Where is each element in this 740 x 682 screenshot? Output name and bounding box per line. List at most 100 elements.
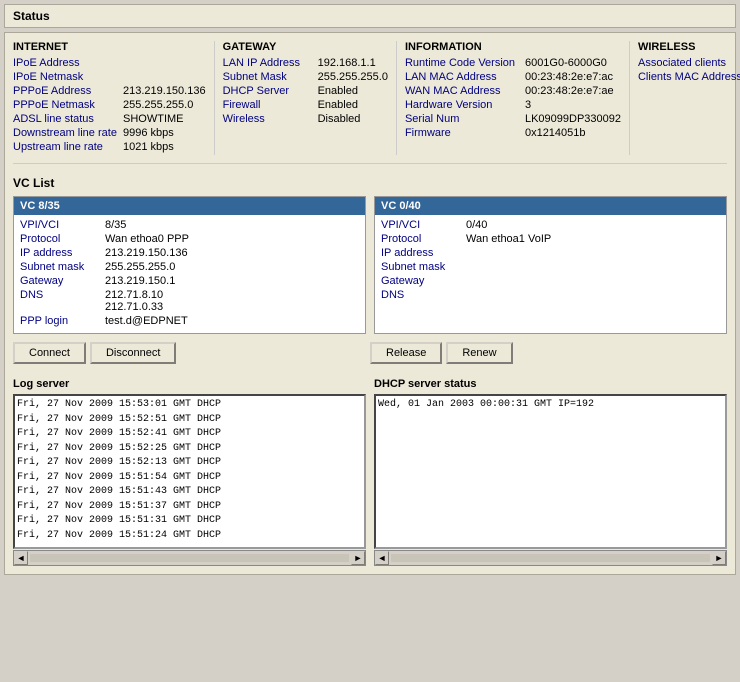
vc2-buttons: Release Renew xyxy=(370,342,727,364)
dhcp-scrollable[interactable]: Wed, 01 Jan 2003 00:00:31 GMT IP=192 xyxy=(374,394,727,549)
lan-mac-value: 00:23:48:2e:e7:ac xyxy=(525,71,613,83)
information-section: INFORMATION Runtime Code Version 6001G0-… xyxy=(397,41,630,155)
main-content: INTERNET IPoE Address IPoE Netmask PPPoE… xyxy=(4,32,736,575)
clients-mac-row: Clients MAC Address No station connected xyxy=(638,71,740,95)
vc2-gateway-row: Gateway xyxy=(381,275,720,287)
ipoe-netmask-label: IPoE Netmask xyxy=(13,71,123,83)
vc2-subnet-label: Subnet mask xyxy=(381,261,466,273)
vc2-header: VC 0/40 xyxy=(375,197,726,215)
release-button[interactable]: Release xyxy=(370,342,442,364)
serial-value: LK09099DP330092 xyxy=(525,113,621,125)
vc1-subnet-row: Subnet mask 255.255.255.0 xyxy=(20,261,359,273)
vc2-dns-row: DNS xyxy=(381,289,720,301)
lan-ip-row: LAN IP Address 192.168.1.1 xyxy=(223,57,388,69)
vc1-dns-label: DNS xyxy=(20,289,105,313)
internet-section: INTERNET IPoE Address IPoE Netmask PPPoE… xyxy=(13,41,215,155)
log-hscroll: ◄ ► xyxy=(13,550,366,566)
subnet-mask-label: Subnet Mask xyxy=(223,71,318,83)
runtime-value: 6001G0-6000G0 xyxy=(525,57,607,69)
log-scroll-right[interactable]: ► xyxy=(351,551,365,565)
wan-mac-value: 00:23:48:2e:e7:ae xyxy=(525,85,614,97)
subnet-mask-value: 255.255.255.0 xyxy=(318,71,388,83)
dhcp-scroll-right[interactable]: ► xyxy=(712,551,726,565)
dhcp-server-value: Enabled xyxy=(318,85,358,97)
clients-mac-label: Clients MAC Address xyxy=(638,71,740,95)
vc2-protocol-value: Wan ethoa1 VoIP xyxy=(466,233,551,245)
dhcp-scroll-track xyxy=(391,554,710,562)
vc1-buttons: Connect Disconnect xyxy=(13,342,370,364)
dhcp-server-section: DHCP server status Wed, 01 Jan 2003 00:0… xyxy=(374,378,727,566)
vc2-protocol-row: Protocol Wan ethoa1 VoIP xyxy=(381,233,720,245)
vc2-ip-label: IP address xyxy=(381,247,466,259)
subnet-mask-row: Subnet Mask 255.255.255.0 xyxy=(223,71,388,83)
downstream-row: Downstream line rate 9996 kbps xyxy=(13,127,206,139)
downstream-label: Downstream line rate xyxy=(13,127,123,139)
vc2-vpivci-label: VPI/VCI xyxy=(381,219,466,231)
vc1-ppp-label: PPP login xyxy=(20,315,105,327)
adsl-status-value: SHOWTIME xyxy=(123,113,184,125)
vc2-ip-row: IP address xyxy=(381,247,720,259)
ipoe-address-label: IPoE Address xyxy=(13,57,123,69)
log-content: Fri, 27 Nov 2009 15:53:01 GMT DHCP Fri, … xyxy=(17,398,362,543)
vc1-box: VC 8/35 VPI/VCI 8/35 Protocol Wan ethoa0… xyxy=(13,196,366,334)
vc1-body: VPI/VCI 8/35 Protocol Wan ethoa0 PPP IP … xyxy=(14,215,365,333)
dhcp-content: Wed, 01 Jan 2003 00:00:31 GMT IP=192 xyxy=(378,398,723,413)
vc1-ip-label: IP address xyxy=(20,247,105,259)
vc2-vpivci-value: 0/40 xyxy=(466,219,487,231)
firmware-value: 0x1214051b xyxy=(525,127,586,139)
wireless-row: Wireless Disabled xyxy=(223,113,388,125)
disconnect-button[interactable]: Disconnect xyxy=(90,342,176,364)
vc1-vpivci-row: VPI/VCI 8/35 xyxy=(20,219,359,231)
vc2-body: VPI/VCI 0/40 Protocol Wan ethoa1 VoIP IP… xyxy=(375,215,726,307)
lan-mac-row: LAN MAC Address 00:23:48:2e:e7:ac xyxy=(405,71,621,83)
firewall-row: Firewall Enabled xyxy=(223,99,388,111)
vc1-protocol-label: Protocol xyxy=(20,233,105,245)
wan-mac-row: WAN MAC Address 00:23:48:2e:e7:ae xyxy=(405,85,621,97)
dhcp-server-title: DHCP server status xyxy=(374,378,727,390)
vc1-vpivci-value: 8/35 xyxy=(105,219,126,231)
button-row: Connect Disconnect Release Renew xyxy=(13,342,727,364)
runtime-row: Runtime Code Version 6001G0-6000G0 xyxy=(405,57,621,69)
connect-button[interactable]: Connect xyxy=(13,342,86,364)
renew-button[interactable]: Renew xyxy=(446,342,512,364)
vc1-subnet-label: Subnet mask xyxy=(20,261,105,273)
lan-ip-value: 192.168.1.1 xyxy=(318,57,376,69)
lan-mac-label: LAN MAC Address xyxy=(405,71,525,83)
firmware-row: Firmware 0x1214051b xyxy=(405,127,621,139)
gateway-section: GATEWAY LAN IP Address 192.168.1.1 Subne… xyxy=(215,41,397,155)
lan-ip-label: LAN IP Address xyxy=(223,57,318,69)
vc1-protocol-value: Wan ethoa0 PPP xyxy=(105,233,189,245)
log-scrollable[interactable]: Fri, 27 Nov 2009 15:53:01 GMT DHCP Fri, … xyxy=(13,394,366,549)
serial-label: Serial Num xyxy=(405,113,525,125)
bottom-grid: Log server Fri, 27 Nov 2009 15:53:01 GMT… xyxy=(13,378,727,566)
wireless-section: WIRELESS Associated clients 0 Clients MA… xyxy=(630,41,740,155)
log-server-title: Log server xyxy=(13,378,366,390)
log-scroll-left[interactable]: ◄ xyxy=(14,551,28,565)
vc2-box: VC 0/40 VPI/VCI 0/40 Protocol Wan ethoa1… xyxy=(374,196,727,334)
vc1-protocol-row: Protocol Wan ethoa0 PPP xyxy=(20,233,359,245)
hardware-label: Hardware Version xyxy=(405,99,525,111)
status-bar: Status xyxy=(4,4,736,28)
dhcp-scroll-left[interactable]: ◄ xyxy=(375,551,389,565)
gateway-header: GATEWAY xyxy=(223,41,388,53)
vc-grid: VC 8/35 VPI/VCI 8/35 Protocol Wan ethoa0… xyxy=(13,196,727,334)
vc1-gateway-label: Gateway xyxy=(20,275,105,287)
dhcp-hscroll: ◄ ► xyxy=(374,550,727,566)
information-header: INFORMATION xyxy=(405,41,621,53)
runtime-label: Runtime Code Version xyxy=(405,57,525,69)
info-grid: INTERNET IPoE Address IPoE Netmask PPPoE… xyxy=(13,41,727,164)
vc1-gateway-row: Gateway 213.219.150.1 xyxy=(20,275,359,287)
vc1-subnet-value: 255.255.255.0 xyxy=(105,261,175,273)
vc2-protocol-label: Protocol xyxy=(381,233,466,245)
pppoe-address-row: PPPoE Address 213.219.150.136 xyxy=(13,85,206,97)
upstream-value: 1021 kbps xyxy=(123,141,174,153)
vc2-subnet-row: Subnet mask xyxy=(381,261,720,273)
vc2-dns-label: DNS xyxy=(381,289,466,301)
hardware-value: 3 xyxy=(525,99,531,111)
serial-row: Serial Num LK09099DP330092 xyxy=(405,113,621,125)
assoc-clients-label: Associated clients xyxy=(638,57,740,69)
log-scroll-track xyxy=(30,554,349,562)
vc1-ip-value: 213.219.150.136 xyxy=(105,247,188,259)
internet-header: INTERNET xyxy=(13,41,206,53)
firmware-label: Firmware xyxy=(405,127,525,139)
